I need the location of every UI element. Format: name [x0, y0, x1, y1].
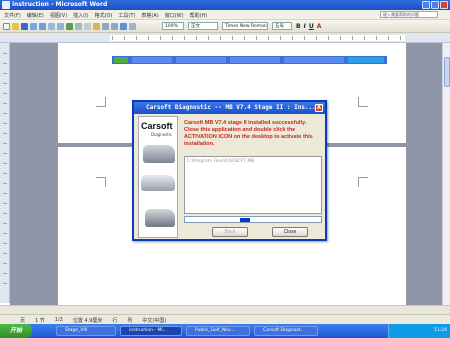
menu-edit[interactable]: 编辑(E)	[27, 12, 44, 19]
cut-icon[interactable]	[75, 23, 82, 30]
ruler-ticks	[112, 36, 402, 40]
crop-mark	[358, 97, 368, 107]
floating-strip-segment	[284, 57, 344, 63]
drawing-toolbar	[0, 305, 450, 314]
italic-button[interactable]: I	[304, 23, 306, 30]
help-search-input[interactable]: 键入需要帮助的问题	[380, 11, 438, 18]
font-size-select[interactable]: 五号	[272, 22, 292, 30]
menu-tools[interactable]: 工具(T)	[118, 12, 135, 19]
dialog-side-banner: Carsoft Diagnostic	[138, 116, 178, 238]
floating-window-strip	[112, 56, 387, 64]
scrollbar-thumb[interactable]	[444, 57, 450, 87]
window-controls	[422, 1, 448, 9]
window-title: instruction - Microsoft Word	[12, 1, 108, 8]
crop-mark	[96, 97, 106, 107]
floating-strip-segment	[132, 57, 172, 63]
menu-format[interactable]: 格式(O)	[95, 12, 113, 19]
floating-strip-segment	[114, 57, 128, 63]
hyperlink-icon[interactable]	[120, 23, 127, 30]
system-tray: 11:24	[388, 324, 450, 338]
horizontal-ruler	[0, 33, 450, 43]
vertical-ruler	[0, 43, 10, 303]
status-column: 列	[127, 318, 133, 324]
dialog-close-icon[interactable]: X	[315, 104, 323, 112]
zoom-select[interactable]: 100%	[162, 22, 184, 30]
status-section: 1 节	[35, 318, 45, 324]
status-position: 1/2	[54, 317, 63, 323]
clock: 11:24	[434, 328, 447, 333]
menu-view[interactable]: 视图(V)	[50, 12, 67, 19]
floating-strip-segment	[348, 57, 384, 63]
status-language: 中文(中国)	[142, 318, 167, 324]
car-image	[143, 145, 175, 163]
vertical-ruler-ticks	[3, 53, 7, 293]
redo-icon[interactable]	[111, 23, 118, 30]
task-item[interactable]: Stage_VIII	[56, 326, 116, 336]
task-item[interactable]: Carsoft Diagnost...	[254, 326, 318, 336]
status-line: 行	[112, 318, 118, 324]
window-titlebar: instruction - Microsoft Word	[0, 0, 450, 10]
maximize-button[interactable]	[431, 1, 439, 9]
windows-taskbar: 开始 Stage_VIII instruction - Mi... Public…	[0, 324, 450, 338]
success-message: Carsoft MB V7.4 stage II installed succe…	[184, 120, 313, 147]
menu-file[interactable]: 文件(F)	[4, 12, 21, 19]
table-icon[interactable]	[129, 23, 136, 30]
menu-help[interactable]: 帮助(H)	[190, 12, 208, 19]
status-bar: 页 1 节 1/2 位置 4.9厘米 行 列 中文(中国)	[0, 314, 450, 324]
menu-items: 文件(F) 编辑(E) 视图(V) 插入(I) 格式(O) 工具(T) 表格(A…	[4, 12, 207, 19]
status-items: 页 1 节 1/2 位置 4.9厘米 行 列 中文(中国)	[20, 317, 166, 324]
crop-mark	[96, 177, 106, 187]
copy-icon[interactable]	[84, 23, 91, 30]
new-doc-icon[interactable]	[3, 23, 10, 30]
paste-icon[interactable]	[93, 23, 100, 30]
menu-table[interactable]: 表格(A)	[141, 12, 158, 19]
crop-mark	[358, 177, 368, 187]
email-icon[interactable]	[39, 23, 46, 30]
install-path-box: C:\Program Files\CARSOFT MB	[184, 156, 322, 214]
brand-subtitle: Diagnostic	[151, 132, 173, 137]
open-folder-icon[interactable]	[12, 23, 19, 30]
save-icon[interactable]	[21, 23, 28, 30]
close-button[interactable]: Close	[272, 227, 308, 237]
task-item[interactable]: instruction - Mi...	[120, 326, 182, 336]
font-select[interactable]: Times New Roman	[222, 22, 268, 30]
toolbar-icons	[3, 23, 136, 30]
status-page: 页	[20, 318, 26, 324]
vertical-scrollbar[interactable]	[442, 43, 450, 305]
task-item[interactable]: Public_Golf_Nev...	[186, 326, 250, 336]
progress-fill	[240, 218, 251, 222]
font-color-button[interactable]: A	[317, 23, 322, 30]
back-button[interactable]: Back	[212, 227, 248, 237]
install-progress-bar	[184, 216, 322, 223]
start-button[interactable]: 开始	[0, 324, 32, 338]
car-image	[145, 209, 175, 227]
underline-button[interactable]: U	[309, 23, 314, 30]
menu-insert[interactable]: 插入(I)	[73, 12, 88, 19]
installer-dialog: Carsoft Diagnostic -- MB V7.4 Stage II :…	[132, 100, 327, 241]
dialog-title: Carsoft Diagnostic -- MB V7.4 Stage II :…	[146, 104, 316, 111]
dialog-titlebar: Carsoft Diagnostic -- MB V7.4 Stage II :…	[134, 102, 325, 114]
print-preview-icon[interactable]	[57, 23, 64, 30]
status-location: 位置 4.9厘米	[72, 318, 103, 324]
close-window-button[interactable]	[440, 1, 448, 9]
minimize-button[interactable]	[422, 1, 430, 9]
undo-icon[interactable]	[102, 23, 109, 30]
menu-bar: 文件(F) 编辑(E) 视图(V) 插入(I) 格式(O) 工具(T) 表格(A…	[0, 10, 450, 20]
spelling-icon[interactable]	[66, 23, 73, 30]
floating-strip-segment	[230, 57, 280, 63]
format-buttons: B I U A	[296, 23, 321, 30]
car-image	[141, 175, 175, 191]
bold-button[interactable]: B	[296, 23, 301, 30]
print-icon[interactable]	[48, 23, 55, 30]
style-select[interactable]: 正文	[188, 22, 218, 30]
word-app-icon	[2, 1, 10, 9]
permission-icon[interactable]	[30, 23, 37, 30]
brand-logo: Carsoft	[141, 121, 173, 131]
formatting-toolbar: 100% 正文 Times New Roman 五号 B I U A	[0, 20, 450, 33]
menu-window[interactable]: 窗口(W)	[165, 12, 184, 19]
floating-strip-segment	[176, 57, 226, 63]
